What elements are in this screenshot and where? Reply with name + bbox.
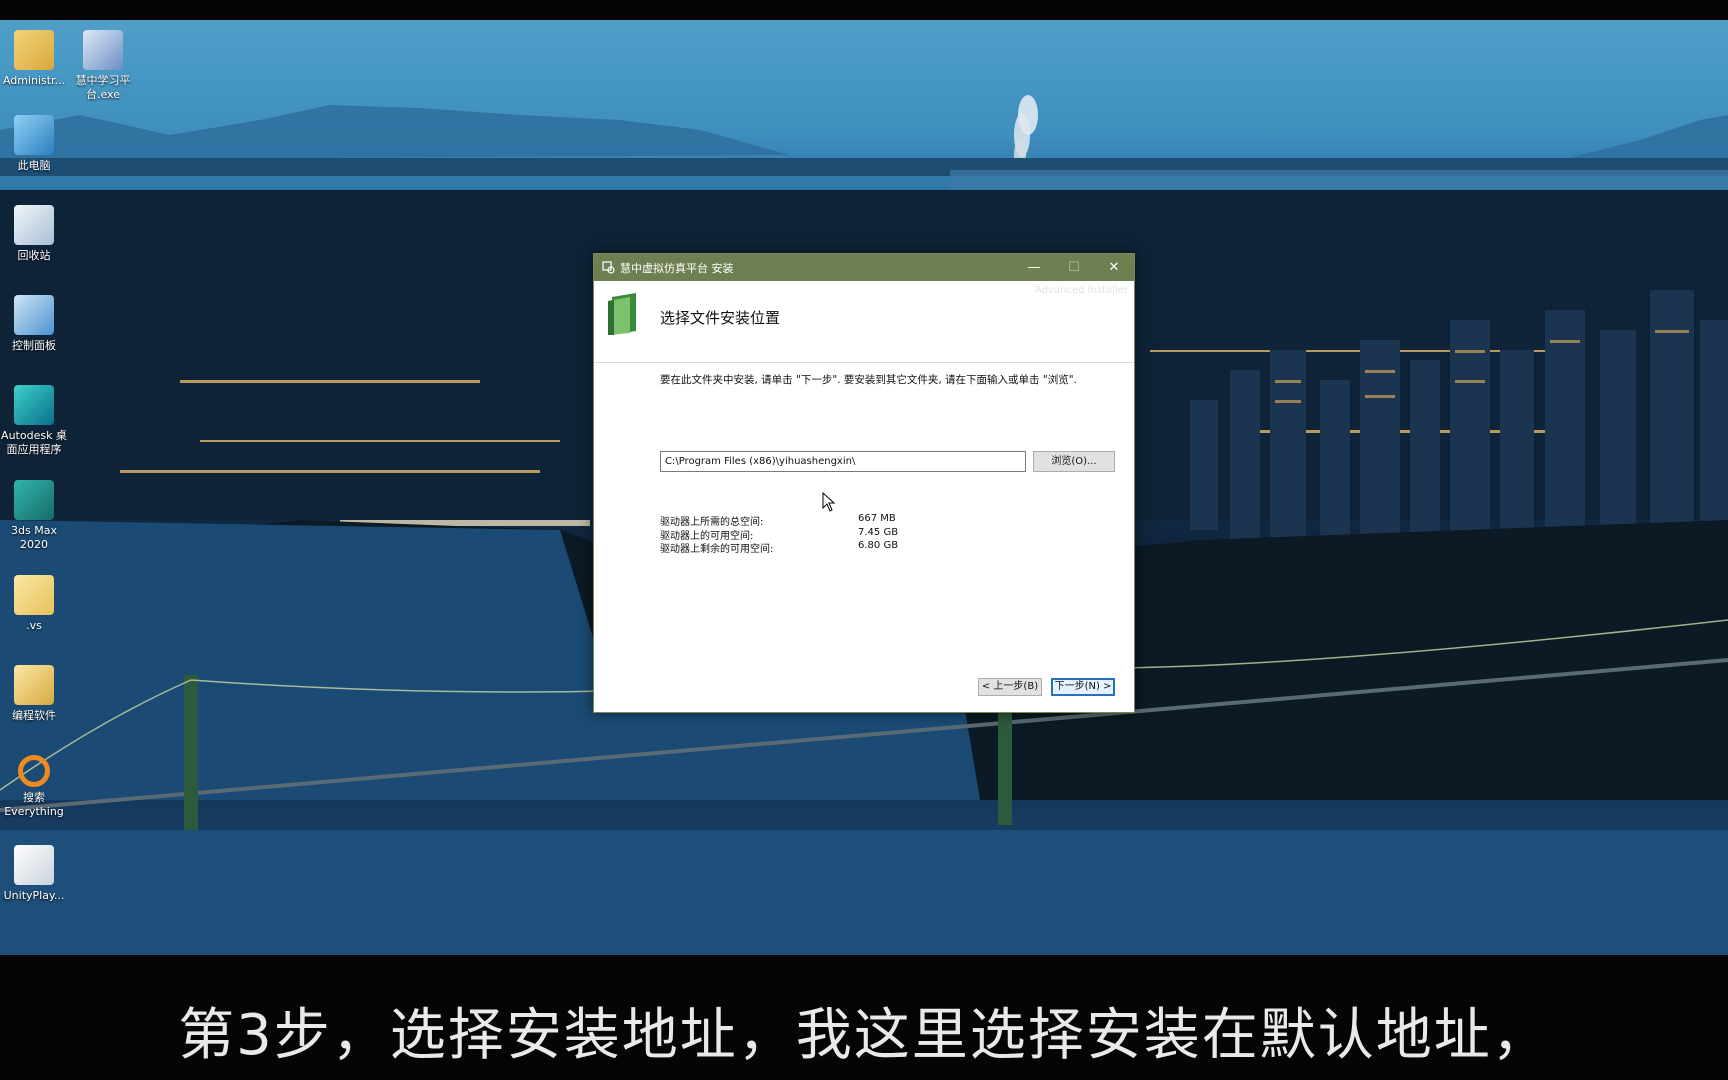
- instruction-text: 要在此文件夹中安装, 请单击 "下一步". 要安装到其它文件夹, 请在下面输入或…: [660, 374, 1077, 386]
- user-folder-icon: [14, 30, 54, 70]
- desktop-icon-label: 回收站: [17, 249, 51, 262]
- space-value: 667 MB: [858, 513, 896, 524]
- 3ds-max-icon: [14, 480, 54, 520]
- close-button[interactable]: ✕: [1094, 254, 1134, 281]
- browse-button[interactable]: 浏览(O)...: [1033, 451, 1115, 472]
- everything-search-icon: [18, 755, 50, 787]
- next-button[interactable]: 下一步(N) >: [1051, 678, 1115, 696]
- space-value: 7.45 GB: [858, 526, 899, 538]
- autodesk-icon: [14, 385, 54, 425]
- desktop-icon-administrator[interactable]: Administr...: [0, 30, 70, 88]
- settings-file-icon: [14, 845, 54, 885]
- desktop-icon-label: 3ds Max 2020: [11, 524, 57, 551]
- space-value: 6.80 GB: [858, 540, 899, 551]
- space-row-available: 驱动器上的可用空间: 7.45 GB: [660, 526, 899, 542]
- folder-icon: [14, 575, 54, 615]
- advanced-installer-watermark: Advanced Installer: [1035, 285, 1128, 296]
- desktop-icon-this-pc[interactable]: 此电脑: [0, 115, 70, 173]
- recycle-bin-icon: [14, 205, 54, 245]
- desktop-icon-control-panel[interactable]: 控制面板: [0, 295, 70, 353]
- video-top-bar: [0, 0, 1728, 20]
- installer-header: Advanced Installer 选择文件安装位置: [594, 281, 1134, 363]
- maximize-button: ☐: [1068, 260, 1080, 275]
- window-title: 慧中虚拟仿真平台 安装: [620, 261, 734, 275]
- desktop-icon-label: Administr...: [2, 74, 66, 87]
- desktop-icon-recycle-bin[interactable]: 回收站: [0, 205, 70, 263]
- desktop-icon-unityplay[interactable]: UnityPlay...: [0, 845, 70, 903]
- desktop-icon-huizhong-exe[interactable]: 慧中学习平台.exe: [67, 30, 139, 102]
- desktop-icon-label: 编程软件: [12, 709, 56, 722]
- folder-install-icon: [608, 293, 636, 335]
- minimize-button[interactable]: —: [1014, 254, 1054, 281]
- space-label: 驱动器上所需的总空间:: [660, 517, 764, 528]
- desktop-icon-programming-folder[interactable]: 编程软件: [0, 665, 70, 723]
- desktop-icon-label: .vs: [26, 619, 42, 632]
- install-path-input[interactable]: [660, 451, 1026, 472]
- desktop-icon-label: 此电脑: [17, 159, 51, 172]
- desktop-icon-3ds-max[interactable]: 3ds Max 2020: [0, 480, 70, 552]
- space-row-remaining: 驱动器上剩余的可用空间: 6.80 GB: [660, 540, 899, 555]
- space-row-required: 驱动器上所需的总空间: 667 MB: [660, 513, 898, 528]
- window-titlebar[interactable]: 慧中虚拟仿真平台 安装 — ☐ ✕: [594, 254, 1134, 281]
- desktop-icon-everything[interactable]: 搜索 Everything: [0, 755, 70, 819]
- video-subtitle: 第3步，选择安装地址，我这里选择安装在默认地址，: [178, 1003, 1550, 1068]
- folder-icon: [14, 665, 54, 705]
- mouse-cursor-icon: [822, 492, 836, 512]
- space-label: 驱动器上剩余的可用空间:: [660, 544, 774, 555]
- app-shortcut-icon: [83, 30, 123, 70]
- page-heading: 选择文件安装位置: [660, 309, 781, 327]
- desktop-icon-autodesk[interactable]: Autodesk 桌面应用程序: [0, 385, 70, 457]
- desktop-icon-label: UnityPlay...: [3, 889, 65, 902]
- space-label: 驱动器上的可用空间:: [660, 530, 754, 542]
- desktop-icon-label: 控制面板: [12, 339, 56, 352]
- disk-space-table: 驱动器上所需的总空间: 667 MB 驱动器上的可用空间: 7.45 GB 驱动…: [660, 513, 899, 555]
- installer-app-icon: [602, 261, 615, 274]
- desktop-icon-label: 慧中学习平台.exe: [75, 74, 131, 101]
- back-button[interactable]: < 上一步(B): [978, 678, 1042, 696]
- desktop-icon-vs-folder[interactable]: .vs: [0, 575, 70, 633]
- control-panel-icon: [14, 295, 54, 335]
- desktop-icon-label: Autodesk 桌面应用程序: [1, 429, 67, 456]
- installer-window: 慧中虚拟仿真平台 安装 — ☐ ✕ Advanced Installer 选择文…: [593, 253, 1135, 713]
- computer-icon: [14, 115, 54, 155]
- desktop-icon-label: 搜索 Everything: [4, 791, 64, 818]
